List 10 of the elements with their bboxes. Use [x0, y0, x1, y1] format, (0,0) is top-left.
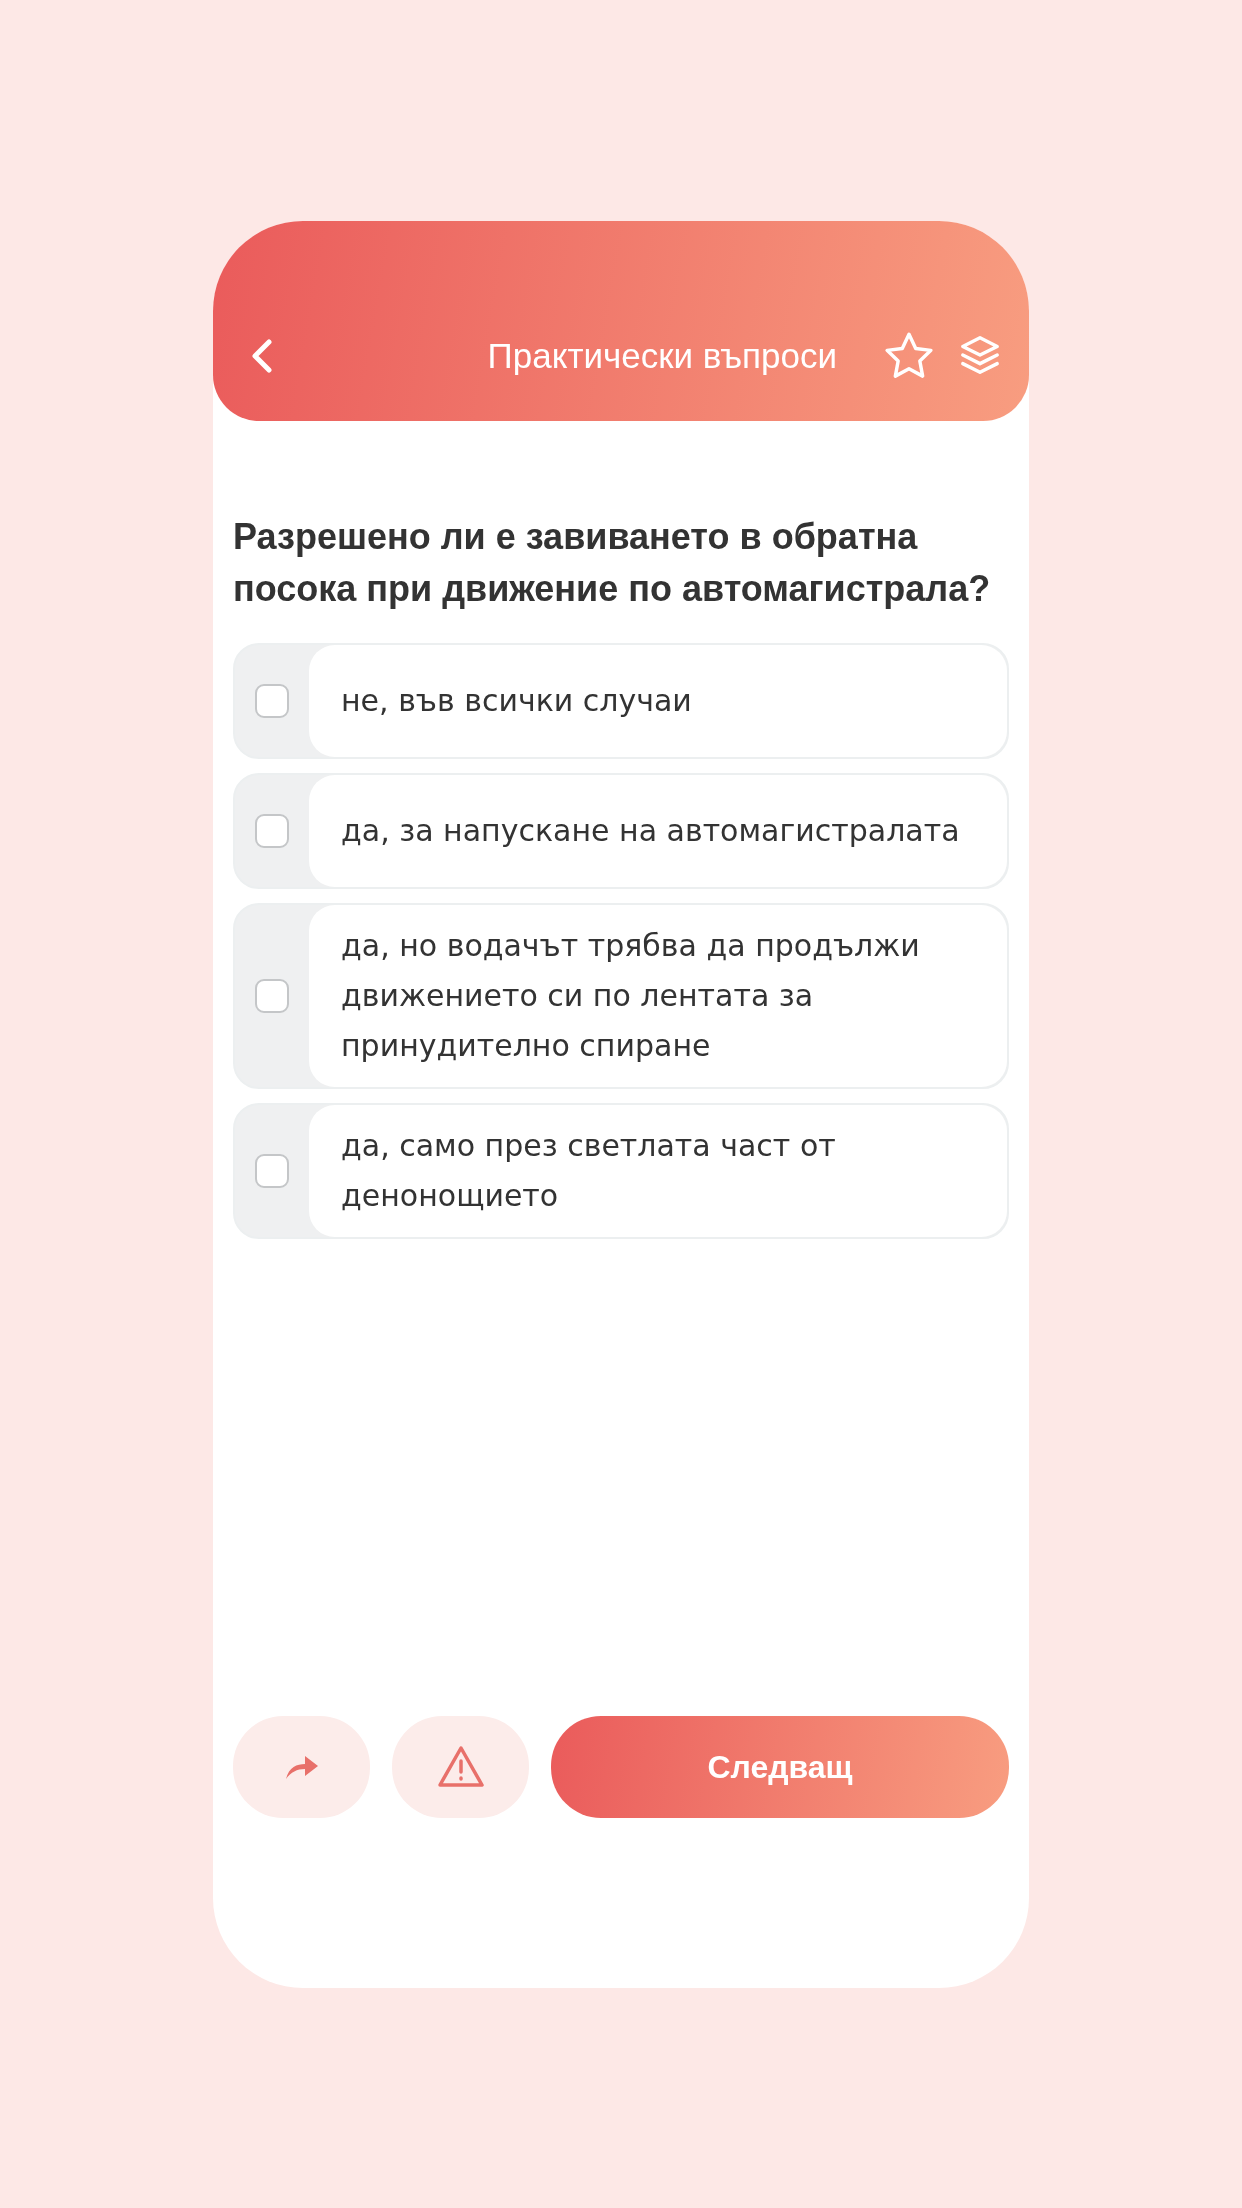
screen-title: Практически въпроси — [486, 336, 838, 376]
warning-icon — [436, 1745, 485, 1789]
checkbox[interactable] — [255, 979, 289, 1013]
checkbox[interactable] — [255, 684, 289, 718]
checkbox[interactable] — [255, 814, 289, 848]
back-icon — [249, 336, 275, 376]
checkbox[interactable] — [255, 1154, 289, 1188]
share-arrow-icon — [284, 1754, 319, 1780]
question-text: Разрешено ли е завиването в обратна посока при движение по автомагистрала? — [233, 515, 992, 611]
star-icon — [883, 331, 935, 381]
